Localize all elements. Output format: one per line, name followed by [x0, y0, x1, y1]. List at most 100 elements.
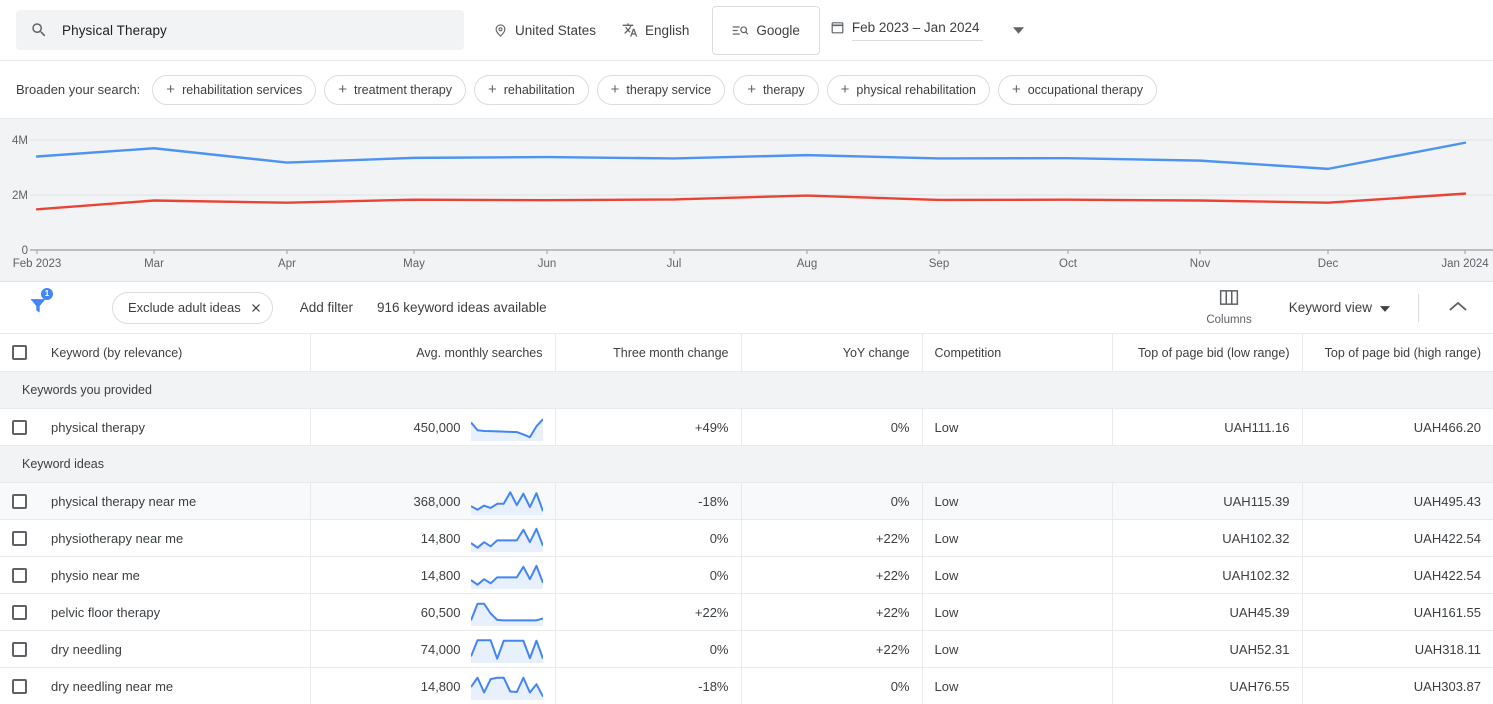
cell-keyword: physiotherapy near me — [0, 519, 311, 557]
cell-top-of-page-bid-high: UAH318.11 — [1302, 630, 1493, 668]
select-all-checkbox[interactable] — [12, 345, 27, 360]
column-header-keyword-label: Keyword (by relevance) — [51, 345, 183, 360]
broaden-search-row: Broaden your search: + rehabilitation ser… — [0, 61, 1493, 119]
broaden-chip[interactable]: + therapy service — [596, 74, 726, 105]
location-label: United States — [515, 22, 597, 38]
cell-yoy-change: 0% — [741, 408, 923, 446]
cell-top-of-page-bid-high: UAH161.55 — [1302, 593, 1493, 631]
keyword-text: pelvic floor therapy — [51, 604, 161, 620]
chevron-down-icon — [1380, 300, 1390, 315]
cell-yoy-change: 0% — [741, 667, 923, 704]
chart-x-tick-label: Mar — [144, 258, 164, 270]
broaden-chip-label: occupational therapy — [1027, 82, 1144, 97]
topbar-selectors: United States English Google Feb 2023 – … — [480, 5, 1031, 55]
results-toolbar: 1 Exclude adult ideas Add filter 916 key… — [0, 282, 1493, 333]
broaden-chip[interactable]: + occupational therapy — [997, 74, 1158, 105]
search-icon — [30, 21, 48, 39]
translate-icon — [622, 22, 638, 38]
search-input[interactable]: Physical Therapy — [16, 10, 464, 50]
row-checkbox[interactable] — [12, 493, 27, 509]
column-header-top-of-page-bid-low[interactable]: Top of page bid (low range) — [1112, 333, 1303, 372]
chart-x-tick-label: Oct — [1059, 258, 1078, 270]
row-checkbox[interactable] — [12, 419, 27, 435]
chart-x-tick-label: Jul — [667, 258, 682, 270]
table-row[interactable]: dry needling near me 14,800 -18% 0% Low UAH76… — [0, 667, 1493, 704]
row-checkbox[interactable] — [12, 604, 27, 620]
table-row[interactable]: physiotherapy near me 14,800 0% +22% Low UAH1… — [0, 519, 1493, 557]
plus-icon: + — [338, 81, 348, 98]
cell-top-of-page-bid-high: UAH422.54 — [1302, 556, 1493, 594]
row-checkbox[interactable] — [12, 678, 27, 694]
columns-button[interactable]: Columns — [1194, 289, 1263, 326]
keyword-view-label: Keyword view — [1288, 300, 1372, 315]
add-filter-button[interactable]: Add filter — [300, 300, 353, 315]
keyword-view-selector[interactable]: Keyword view — [1289, 300, 1390, 315]
chart-x-tick-label: Sep — [929, 258, 949, 270]
chart-x-tick-label: May — [403, 258, 425, 270]
sparkline — [470, 676, 543, 700]
sparkline — [470, 527, 543, 552]
table-row[interactable]: physical therapy near me 368,000 -18% 0% Low… — [0, 482, 1493, 520]
close-icon[interactable] — [250, 302, 262, 314]
broaden-chip[interactable]: + treatment therapy — [324, 74, 466, 105]
columns-label: Columns — [1206, 314, 1252, 326]
plus-icon: + — [1011, 81, 1021, 98]
network-icon — [732, 23, 749, 38]
cell-yoy-change: 0% — [741, 482, 923, 520]
cell-three-month-change: 0% — [555, 630, 742, 668]
table-body: Keywords you provided physical therapy 450… — [0, 371, 1493, 704]
location-selector[interactable]: United States — [480, 10, 609, 50]
cell-keyword: pelvic floor therapy — [0, 593, 311, 631]
chart-y-tick-label: 0 — [22, 245, 28, 257]
column-header-three-month-change[interactable]: Three month change — [555, 333, 742, 372]
cell-competition: Low — [922, 408, 1113, 446]
row-checkbox[interactable] — [12, 530, 27, 546]
chart-x-tick-label: Aug — [797, 258, 817, 270]
plus-icon: + — [747, 81, 756, 98]
broaden-chip[interactable]: + rehabilitation services — [152, 74, 317, 105]
broaden-chip[interactable]: + rehabilitation — [474, 74, 589, 105]
broaden-chip-label: treatment therapy — [354, 82, 452, 97]
toolbar-divider — [1418, 293, 1419, 322]
chart-svg: 0 2M 4M Feb 2023 Mar Apr May Jun Jul Aug Sep Oct Nov… — [0, 119, 1493, 281]
network-selector[interactable]: Google — [712, 5, 820, 55]
chart-y-tick-label: 2M — [12, 190, 28, 202]
cell-avg-monthly-searches: 368,000 — [310, 482, 556, 520]
broaden-chip[interactable]: + physical rehabilitation — [826, 74, 990, 105]
location-pin-icon — [493, 23, 508, 38]
table-row[interactable]: dry needling 74,000 0% +22% Low UAH52.31 UAH31… — [0, 630, 1493, 668]
chart-y-tick-label: 4M — [12, 135, 28, 147]
table-row[interactable]: physio near me 14,800 0% +22% Low UAH102.32 UA… — [0, 556, 1493, 594]
cell-top-of-page-bid-low: UAH102.32 — [1112, 556, 1303, 594]
cell-keyword: dry needling — [0, 630, 311, 668]
cell-competition: Low — [922, 482, 1113, 520]
filter-count-badge: 1 — [41, 288, 53, 300]
filter-icon-button[interactable]: 1 — [14, 288, 62, 320]
column-header-avg-monthly-searches[interactable]: Avg. monthly searches — [310, 333, 556, 372]
search-query-text: Physical Therapy — [62, 22, 167, 38]
date-range-selector[interactable]: Feb 2023 – Jan 2024 — [826, 10, 1031, 50]
column-header-yoy-change[interactable]: YoY change — [741, 333, 923, 372]
columns-icon — [1219, 289, 1239, 311]
row-checkbox[interactable] — [12, 567, 27, 583]
column-header-competition[interactable]: Competition — [922, 333, 1113, 372]
cell-yoy-change: +22% — [741, 519, 923, 557]
table-group-title: Keywords you provided — [0, 371, 1493, 409]
cell-top-of-page-bid-low: UAH115.39 — [1112, 482, 1303, 520]
chevron-down-icon[interactable] — [1013, 21, 1025, 39]
table-row[interactable]: pelvic floor therapy 60,500 +22% +22% Low UAH… — [0, 593, 1493, 631]
column-header-keyword[interactable]: Keyword (by relevance) — [0, 333, 311, 372]
language-selector[interactable]: English — [609, 10, 702, 50]
collapse-chart-button[interactable] — [1437, 299, 1479, 317]
column-header-top-of-page-bid-high[interactable]: Top of page bid (high range) — [1302, 333, 1493, 372]
broaden-chip-list: + rehabilitation services + treatment thera… — [152, 74, 1165, 105]
avg-monthly-searches-value: 14,800 — [420, 678, 461, 694]
row-checkbox[interactable] — [12, 641, 27, 657]
broaden-chip-label: therapy service — [626, 82, 712, 97]
filter-chip-exclude-adult-ideas[interactable]: Exclude adult ideas — [112, 291, 273, 324]
keyword-ideas-table: Keyword (by relevance) Avg. monthly sear… — [0, 333, 1493, 704]
cell-keyword: dry needling near me — [0, 667, 311, 704]
broaden-chip[interactable]: + therapy — [733, 74, 819, 105]
avg-monthly-searches-value: 368,000 — [413, 493, 461, 509]
table-row[interactable]: physical therapy 450,000 +49% 0% Low UAH111.1… — [0, 408, 1493, 446]
